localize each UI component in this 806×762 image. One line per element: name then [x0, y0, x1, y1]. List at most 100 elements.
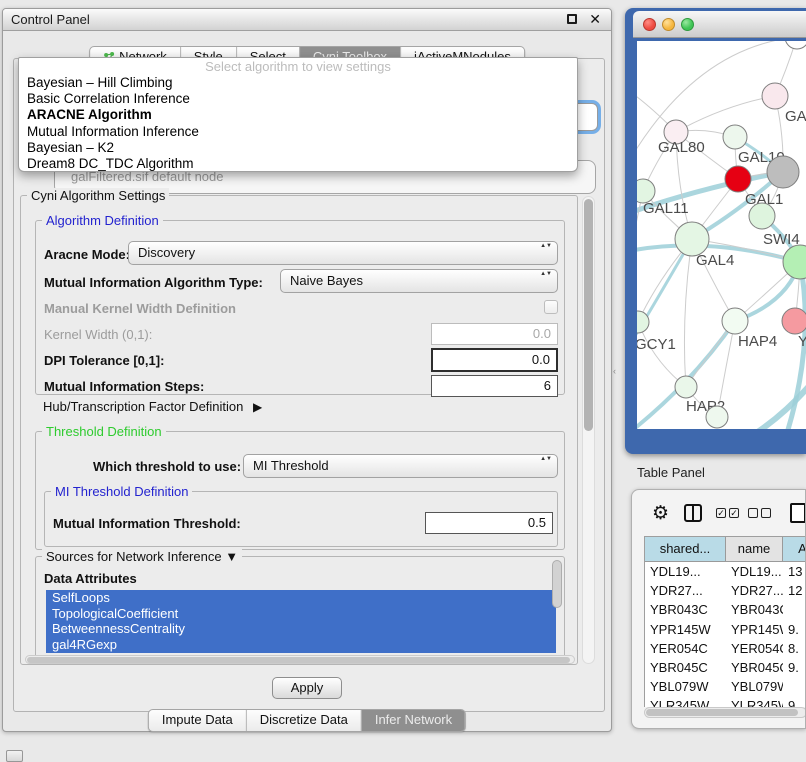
tab-label: Discretize Data [260, 712, 348, 728]
algorithm-option[interactable]: ARACNE Algorithm [19, 107, 577, 123]
algorithm-option[interactable]: Bayesian – Hill Climbing [19, 75, 577, 91]
table-cell: YBL079W [726, 677, 783, 696]
algorithm-option[interactable]: Dream8 DC_TDC Algorithm [19, 156, 577, 172]
node-label: GAL [785, 108, 806, 125]
combo-value: MI Threshold [253, 458, 329, 473]
table-row[interactable]: YER054CYER054C8. [645, 639, 806, 658]
table-row[interactable]: YLR345WYLR345W9. [645, 696, 806, 707]
stepper-icon: ▲▼ [540, 272, 552, 277]
network-edge[interactable] [684, 239, 692, 387]
tab-discretize-data[interactable]: Discretize Data [246, 710, 361, 731]
table-cell: YLR345W [726, 696, 783, 707]
network-edge[interactable] [638, 322, 686, 387]
scrollbar-thumb[interactable] [584, 199, 593, 431]
table-cell: YBR043C [726, 600, 783, 619]
close-traffic-light-icon[interactable] [643, 18, 656, 31]
column-header[interactable]: shared... [645, 537, 726, 562]
attribute-item[interactable]: TopologicalCoefficient [46, 606, 556, 622]
mi-type-combo[interactable]: Naive Bayes ▲▼ [280, 269, 558, 293]
manual-kernel-checkbox[interactable] [544, 300, 558, 314]
node-label: Y [798, 333, 806, 350]
attribute-item[interactable]: gal4RGexp [46, 637, 556, 653]
algorithm-dropdown-popup: Select algorithm to view settings Bayesi… [18, 57, 578, 172]
network-window-titlebar[interactable] [633, 11, 806, 38]
cyni-algorithm-settings-group: Cyni Algorithm Settings Algorithm Defini… [20, 195, 578, 665]
close-icon[interactable]: ✕ [589, 13, 601, 25]
network-window: GALGAL80GAL10GAL1SWI4GAL11GAL4GCY1HAP4YH… [625, 8, 806, 454]
table-header-row: shared...nameA [645, 537, 806, 562]
minimize-traffic-light-icon[interactable] [662, 18, 675, 31]
settings-vertical-scrollbar[interactable] [582, 196, 595, 664]
select-all-columns-icon[interactable]: ✓✓ [716, 508, 739, 518]
unchecked-box-icon [748, 508, 758, 518]
scrollbar-thumb[interactable] [27, 657, 570, 663]
columns-icon[interactable] [684, 504, 702, 522]
network-node-y[interactable] [782, 308, 806, 334]
tab-impute-data[interactable]: Impute Data [149, 710, 246, 731]
aracne-mode-combo[interactable]: Discovery ▲▼ [128, 241, 558, 265]
network-node-gal[interactable] [762, 83, 788, 109]
table-panel-window: ⚙ ✓✓ shared...nameA YDL19...YDL19...13YD… [631, 489, 806, 729]
attributes-scrollbar-thumb[interactable] [552, 560, 562, 608]
network-node[interactable] [767, 156, 799, 188]
table-row[interactable]: YDL19...YDL19...13 [645, 562, 806, 581]
table-cell: YER054C [645, 639, 726, 658]
scrollbar-thumb[interactable] [646, 709, 798, 716]
table-cell: 9. [783, 696, 806, 707]
table-cell: YBR045C [726, 658, 783, 677]
node-label: GAL80 [658, 139, 705, 156]
data-attributes-list[interactable]: SelfLoopsTopologicalCoefficientBetweenne… [46, 590, 556, 653]
zoom-traffic-light-icon[interactable] [681, 18, 694, 31]
table-row[interactable]: YPR145WYPR145W9. [645, 620, 806, 639]
new-column-icon[interactable] [790, 503, 806, 523]
panel-divider-handle[interactable]: ‹ [613, 366, 616, 376]
attribute-item[interactable]: BetweennessCentrality [46, 621, 556, 637]
mi-steps-field[interactable]: 6 [431, 375, 558, 397]
algorithm-option[interactable]: Bayesian – K2 [19, 140, 577, 156]
column-header[interactable]: A [783, 537, 806, 562]
tab-infer-network[interactable]: Infer Network [361, 710, 465, 731]
network-node-gal1[interactable] [725, 166, 751, 192]
node-label: SWI4 [763, 231, 800, 248]
table-row[interactable]: YBL079WYBL079W [645, 677, 806, 696]
kernel-width-field[interactable]: 0.0 [431, 323, 558, 345]
network-node-gal4[interactable] [675, 222, 709, 256]
unchecked-box-icon [761, 508, 771, 518]
mi-threshold-definition-group: MI Threshold Definition Mutual Informati… [44, 491, 558, 547]
algorithm-option[interactable]: Basic Correlation Inference [19, 91, 577, 107]
attribute-item[interactable]: SelfLoops [46, 590, 556, 606]
sources-toggle[interactable]: Sources for Network Inference ▼ [42, 549, 242, 564]
dpi-tolerance-field[interactable]: 0.0 [431, 348, 558, 372]
table-toolbar: ⚙ ✓✓ [632, 500, 805, 528]
table-row[interactable]: YBR043CYBR043C [645, 600, 806, 619]
network-node-hap4[interactable] [722, 308, 748, 334]
which-threshold-combo[interactable]: MI Threshold ▲▼ [243, 454, 558, 478]
group-title: Threshold Definition [42, 424, 166, 439]
gear-icon[interactable]: ⚙ [652, 501, 669, 527]
settings-horizontal-scrollbar[interactable] [25, 655, 575, 664]
table-cell: 9. [783, 658, 806, 677]
table-row[interactable]: YDR27...YDR27...12 [645, 581, 806, 600]
table-row[interactable]: YBR045CYBR045C9. [645, 658, 806, 677]
mi-threshold-label: Mutual Information Threshold: [53, 516, 241, 531]
network-node[interactable] [706, 406, 728, 428]
network-node-hap2[interactable] [675, 376, 697, 398]
which-threshold-label: Which threshold to use: [93, 459, 241, 474]
network-canvas[interactable]: GALGAL80GAL10GAL1SWI4GAL11GAL4GCY1HAP4YH… [637, 41, 806, 429]
node-label: GAL11 [643, 200, 689, 217]
hub-definition-toggle[interactable]: Hub/Transcription Factor Definition ▶ [43, 399, 262, 414]
algorithm-option[interactable]: Mutual Information Inference [19, 124, 577, 140]
table-cell: YPR145W [645, 620, 726, 639]
table-horizontal-scrollbar[interactable] [644, 707, 806, 718]
float-window-icon[interactable] [567, 14, 577, 24]
network-edge[interactable] [676, 96, 775, 132]
apply-button[interactable]: Apply [272, 677, 342, 699]
docked-panel-icon[interactable] [6, 750, 23, 762]
window-buttons: ✕ [567, 13, 601, 25]
network-node-gal10[interactable] [723, 125, 747, 149]
deselect-all-columns-icon[interactable] [748, 508, 771, 518]
network-node-swi4[interactable] [749, 203, 775, 229]
mi-threshold-field[interactable]: 0.5 [425, 512, 553, 534]
column-header[interactable]: name [726, 537, 783, 562]
network-node[interactable] [785, 41, 806, 49]
